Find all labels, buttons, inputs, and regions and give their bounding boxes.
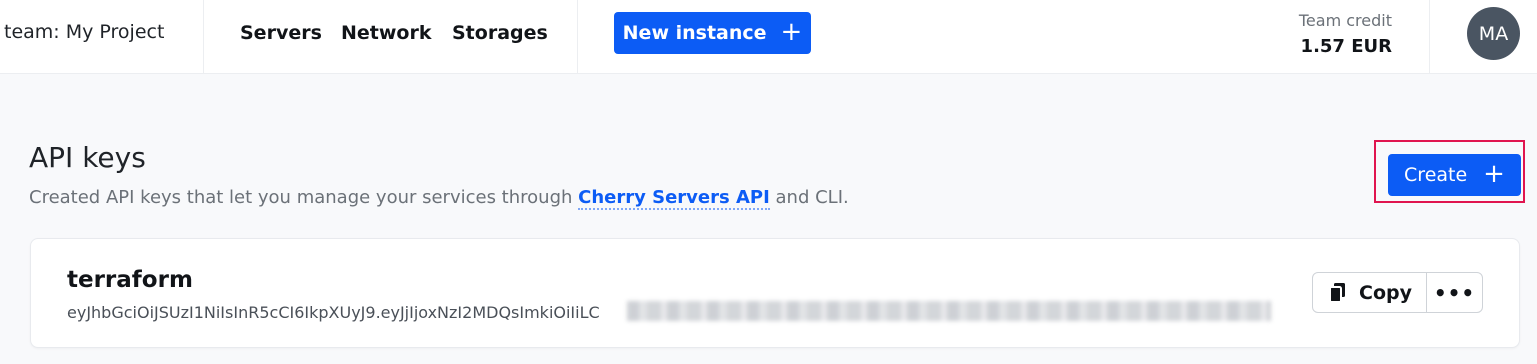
nav-network[interactable]: Network — [341, 22, 431, 44]
team-credit-value: 1.57 EUR — [1300, 36, 1392, 57]
plus-icon: + — [780, 17, 803, 47]
api-key-actions: Copy ••• — [1312, 272, 1483, 313]
user-avatar[interactable]: MA — [1467, 7, 1520, 60]
nav-servers[interactable]: Servers — [240, 22, 322, 44]
nav-storages[interactable]: Storages — [452, 22, 548, 44]
top-bar: team: My Project Servers Network Storage… — [0, 0, 1537, 74]
create-label: Create — [1404, 164, 1468, 186]
description-text: Created API keys that let you manage you… — [29, 187, 579, 208]
copy-icon — [1329, 282, 1345, 303]
api-key-card: terraform eyJhbGciOiJSUzI1NiIsInR5cCI6Ik… — [30, 238, 1520, 348]
new-instance-button[interactable]: New instance + — [614, 12, 811, 54]
plus-icon: + — [1483, 159, 1505, 189]
api-key-name: terraform — [67, 267, 193, 293]
api-key-token: eyJhbGciOiJSUzI1NiIsInR5cCI6IkpXUyJ9.eyJ… — [67, 303, 600, 322]
copy-button[interactable]: Copy — [1313, 273, 1427, 312]
description-text: and CLI. — [769, 187, 849, 208]
page-description: Created API keys that let you manage you… — [29, 187, 849, 210]
team-selector[interactable]: team: My Project — [4, 21, 164, 43]
create-api-key-button[interactable]: Create + — [1388, 154, 1521, 196]
more-icon: ••• — [1433, 280, 1476, 305]
divider — [203, 0, 204, 74]
new-instance-label: New instance — [622, 22, 767, 44]
divider — [1429, 0, 1430, 74]
more-options-button[interactable]: ••• — [1427, 273, 1482, 312]
divider — [577, 0, 578, 74]
copy-label: Copy — [1359, 281, 1412, 304]
team-credit-label: Team credit — [1298, 11, 1392, 30]
cherry-servers-api-link[interactable]: Cherry Servers API — [578, 187, 770, 210]
page-title: API keys — [29, 141, 146, 174]
api-key-token-redacted — [627, 301, 1271, 321]
